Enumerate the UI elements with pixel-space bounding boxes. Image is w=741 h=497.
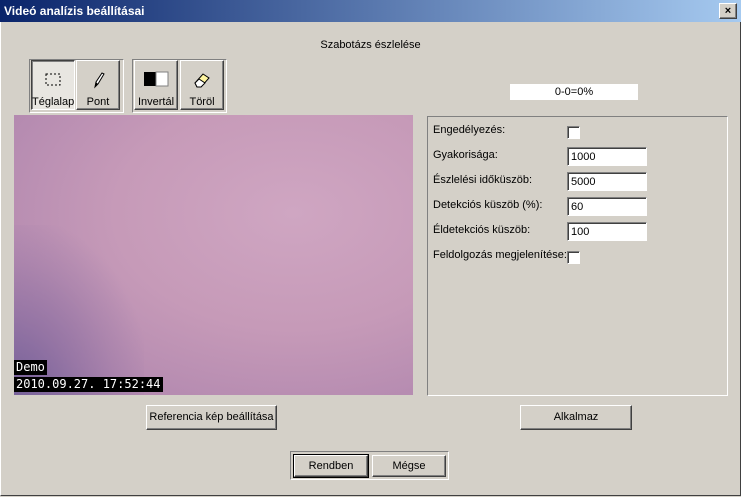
close-button[interactable]: ×	[719, 3, 737, 19]
progress-readout: 0-0=0%	[510, 84, 638, 100]
pencil-icon	[77, 69, 119, 91]
tool-erase-label: Töröl	[189, 96, 215, 108]
ok-button[interactable]: Rendben	[293, 454, 369, 478]
frequency-input[interactable]: 1000	[567, 147, 647, 166]
osd-timestamp: 2010.09.27. 17:52:44	[14, 377, 163, 392]
window-title: Videó analízis beállításai	[4, 4, 145, 18]
edge-threshold-label: Éldetekciós küszöb:	[433, 224, 531, 236]
cancel-button[interactable]: Mégse	[372, 455, 446, 477]
tool-point-button[interactable]: Pont	[76, 60, 120, 110]
tool-point-label: Pont	[86, 96, 110, 108]
tool-invert-button[interactable]: Invertál	[134, 60, 178, 110]
tool-invert-label: Invertál	[137, 96, 175, 108]
title-bar: Videó analízis beállításai ×	[0, 0, 741, 22]
section-title: Szabotázs észlelése	[320, 39, 421, 51]
detect-time-label: Észlelési időküszöb:	[433, 174, 533, 186]
detect-time-input[interactable]: 5000	[567, 172, 647, 191]
tool-erase-button[interactable]: Töröl	[180, 60, 224, 110]
frequency-label: Gyakorisága:	[433, 149, 498, 161]
detect-threshold-label: Detekciós küszöb (%):	[433, 199, 543, 211]
eraser-icon	[181, 69, 223, 91]
osd-name: Demo	[14, 360, 47, 375]
close-icon: ×	[724, 5, 732, 17]
tool-rectangle-button[interactable]: Téglalap	[31, 60, 75, 110]
video-preview[interactable]: Demo 2010.09.27. 17:52:44	[14, 115, 413, 395]
apply-button[interactable]: Alkalmaz	[520, 405, 632, 430]
enable-label: Engedélyezés:	[433, 124, 506, 136]
settings-panel: Engedélyezés: Gyakorisága: 1000 Észlelés…	[427, 116, 728, 396]
invert-icon	[135, 69, 177, 91]
detect-threshold-input[interactable]: 60	[567, 197, 647, 216]
set-reference-button[interactable]: Referencia kép beállítása	[146, 405, 277, 430]
rectangle-select-icon	[32, 69, 74, 91]
show-processing-label: Feldolgozás megjelenítése:	[433, 249, 567, 261]
show-processing-checkbox[interactable]	[567, 251, 580, 264]
edge-threshold-input[interactable]: 100	[567, 222, 647, 241]
enable-checkbox[interactable]	[567, 126, 580, 139]
tool-rectangle-label: Téglalap	[32, 96, 75, 108]
